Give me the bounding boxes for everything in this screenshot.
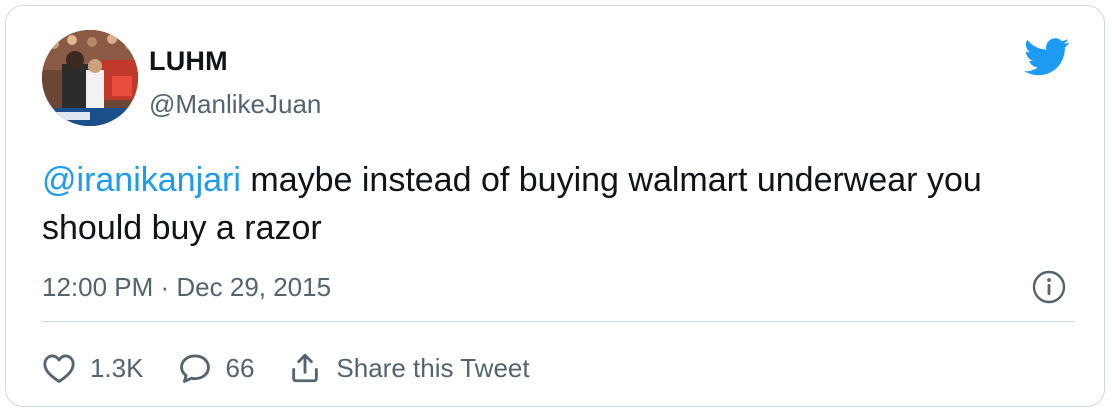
avatar[interactable] — [42, 30, 138, 126]
reply-bubble-icon — [179, 354, 210, 383]
like-button[interactable]: 1.3K — [42, 352, 144, 384]
share-icon — [292, 353, 319, 383]
divider — [42, 321, 1074, 322]
share-label: Share this Tweet — [336, 352, 530, 383]
tweet-card[interactable]: LUHM @ManlikeJuan @iranikanjari maybe in… — [5, 5, 1105, 407]
mention-link[interactable]: @iranikanjari — [42, 161, 241, 199]
tweet-timestamp[interactable]: 12:00 PM · Dec 29, 2015 — [42, 272, 331, 303]
action-bar: 1.3K 66 Share this Tweet — [42, 346, 564, 390]
user-handle[interactable]: @ManlikeJuan — [149, 89, 321, 120]
reply-count: 66 — [225, 352, 255, 383]
info-icon[interactable] — [1031, 269, 1067, 305]
avatar-photo-icon — [42, 30, 138, 126]
twitter-bird-icon[interactable] — [1024, 38, 1070, 76]
tweet-text: @iranikanjari maybe instead of buying wa… — [42, 156, 1082, 252]
reply-button[interactable]: 66 — [178, 352, 255, 384]
display-name[interactable]: LUHM — [149, 46, 228, 77]
share-button[interactable]: Share this Tweet — [288, 351, 530, 385]
like-count: 1.3K — [90, 352, 144, 383]
heart-icon — [43, 354, 75, 383]
